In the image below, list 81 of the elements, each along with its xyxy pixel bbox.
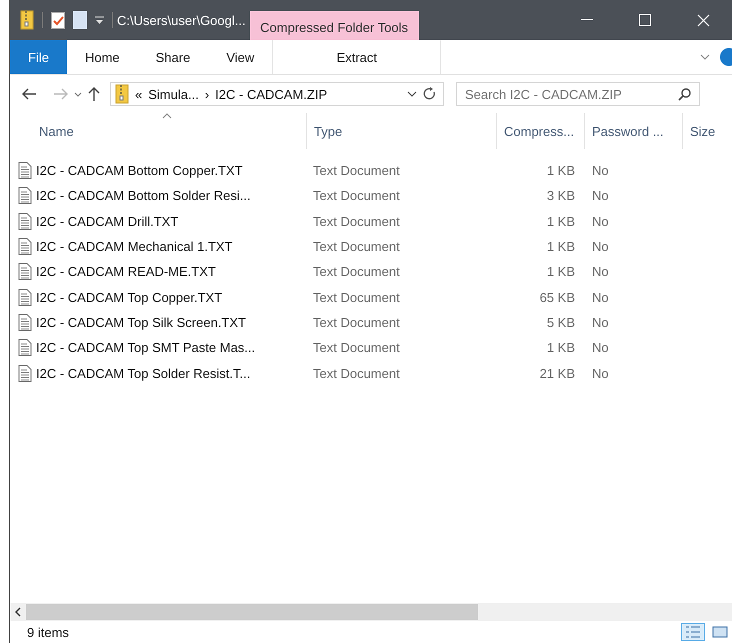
document-icon [18,263,32,280]
file-name[interactable]: I2C - CADCAM Drill.TXT [32,214,306,229]
column-header[interactable]: Compress... [496,113,584,149]
password-protected: No [591,214,610,229]
compressed-size: 1 KB [546,264,576,280]
breadcrumb[interactable]: I2C - CADCAM.ZIP [215,86,401,102]
ribbon-tab[interactable]: File [10,40,67,74]
password-protected: No [591,314,610,330]
details-view-button[interactable] [681,623,705,641]
file-type: Text Document [312,264,401,280]
file-type: Text Document [312,366,401,381]
close-icon[interactable] [696,14,710,26]
file-name[interactable]: I2C - CADCAM Bottom Solder Resi... [32,188,306,204]
maximize-icon[interactable] [639,14,651,26]
file-name[interactable]: I2C - CADCAM Top Solder Resist.T... [32,366,306,381]
breadcrumb[interactable]: Simula... [148,86,199,102]
search-field[interactable]: Search I2C - CADCAM.ZIP [456,82,700,106]
breadcrumb-separator[interactable]: › [204,86,210,102]
file-type: Text Document [312,188,401,204]
document-icon [18,339,32,356]
properties-icon[interactable] [51,12,65,28]
compressed-size: 1 KB [546,214,576,229]
file-name[interactable]: I2C - CADCAM Top Silk Screen.TXT [32,314,306,330]
recent-dropdown-icon[interactable] [74,92,82,96]
compressed-size: 3 KB [546,188,576,204]
file-name[interactable]: I2C - CADCAM Bottom Copper.TXT [32,163,306,178]
password-protected: No [591,340,610,356]
dropdown-icon[interactable] [95,15,104,25]
file-type: Text Document [312,340,401,356]
zip-folder-icon[interactable] [115,84,129,104]
compressed-size: 1 KB [546,163,576,178]
chevron-icon[interactable] [700,54,710,60]
overflow-chevron[interactable]: « [135,86,142,102]
file-name[interactable]: I2C - CADCAM READ-ME.TXT [32,264,306,280]
window-title: C:\Users\user\Googl... [116,12,247,30]
password-protected: No [591,290,610,305]
file-name[interactable]: I2C - CADCAM Mechanical 1.TXT [32,239,306,254]
back-arrow-icon[interactable] [22,88,36,100]
ribbon-tab[interactable]: Extract [272,40,442,74]
dropdown-icon[interactable] [407,91,417,97]
minimize-icon[interactable] [581,19,593,21]
horizontal-scrollbar[interactable] [10,603,732,621]
scrollbar-thumb[interactable] [26,604,478,620]
column-header[interactable]: Size [682,113,722,149]
compressed-size: 1 KB [546,340,576,356]
picture-icon [712,625,728,639]
compressed-size: 5 KB [546,314,576,330]
document-icon [18,288,32,306]
password-protected: No [591,188,610,204]
up-arrow-icon[interactable] [88,87,100,101]
compressed-size: 21 KB [538,366,576,381]
column-header[interactable]: Name [32,113,306,149]
refresh-icon[interactable] [423,87,437,101]
password-protected: No [591,366,610,381]
document-icon [18,212,32,230]
compressed-size: 1 KB [546,239,576,254]
document-icon [18,238,32,256]
address-bar[interactable]: « Simula... › I2C - CADCAM.ZIP [110,82,444,106]
password-protected: No [591,239,610,254]
search-icon [678,88,691,100]
password-protected: No [591,264,610,280]
file-name[interactable]: I2C - CADCAM Top SMT Paste Mas... [32,340,306,356]
context-tab-label: Compressed Folder Tools [250,11,419,40]
zip-folder-icon[interactable] [20,10,34,30]
help-icon[interactable] [720,48,732,66]
document-icon [18,364,32,382]
item-count: 9 items [27,624,69,640]
file-type: Text Document [312,214,401,229]
document-icon [18,314,32,331]
compressed-size: 65 KB [538,290,576,305]
document-icon [18,162,32,180]
password-protected: No [591,163,610,178]
list-icon [685,625,701,639]
document-icon [18,187,32,204]
column-header[interactable]: Type [306,113,496,149]
file-type: Text Document [312,314,401,330]
file-type: Text Document [312,290,401,305]
column-header[interactable]: Password ... [584,113,682,149]
file-type: Text Document [312,163,401,178]
file-type: Text Document [312,239,401,254]
file-name[interactable]: I2C - CADCAM Top Copper.TXT [32,290,306,305]
